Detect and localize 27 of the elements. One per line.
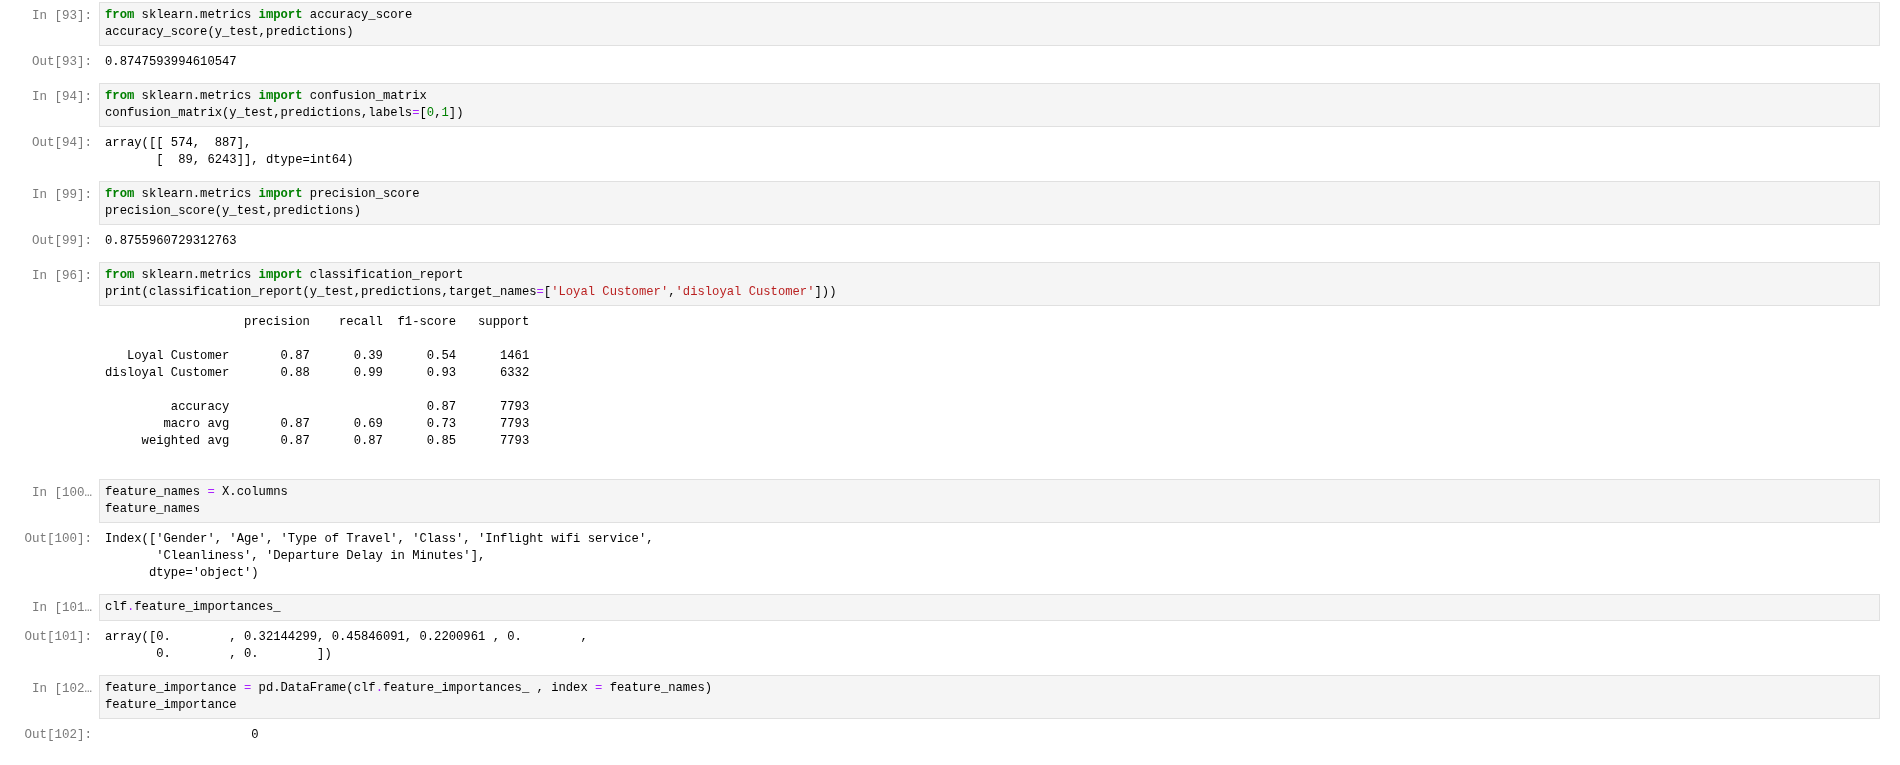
input-prompt: In [100…	[31, 485, 93, 502]
input-prompt: In [96]:	[31, 268, 93, 285]
code-input-field[interactable]: from sklearn.metrics import classification_report print(classification_report(y_test,predictions,target_names=['Loyal Customer','disloyal Customer']))	[99, 262, 1880, 306]
input-prompt: In [102…	[31, 681, 93, 698]
code-input-field[interactable]: from sklearn.metrics import accuracy_score accuracy_score(y_test,predictions)	[99, 2, 1880, 46]
output-prompt: Out[102]:	[23, 727, 93, 744]
output-prompt: Out[100]:	[23, 531, 93, 548]
input-prompt: In [93]:	[31, 8, 93, 25]
code-input-field[interactable]: feature_names = X.columns feature_names	[99, 479, 1880, 523]
input-prompt: In [101…	[31, 600, 93, 617]
code-input-field[interactable]: from sklearn.metrics import precision_score precision_score(y_test,predictions)	[99, 181, 1880, 225]
code-input-field[interactable]: from sklearn.metrics import confusion_matrix confusion_matrix(y_test,predictions,labels=[0,1])	[99, 83, 1880, 127]
cell-output: Index(['Gender', 'Age', 'Type of Travel', 'Class', 'Inflight wifi service', 'Cleanliness', 'Departure Delay in Minutes'], dtype='object')	[105, 531, 654, 582]
output-prompt: Out[93]:	[31, 54, 93, 71]
output-prompt: Out[99]:	[31, 233, 93, 250]
code-input-field[interactable]: clf.feature_importances_	[99, 594, 1880, 621]
cell-output: 0.8747593994610547	[105, 54, 237, 71]
output-prompt: Out[94]:	[31, 135, 93, 152]
cell-output: precision recall f1-score support Loyal Customer 0.87 0.39 0.54 1461 disloyal Customer 0.88 0.99 0.93 6332 accuracy 0.87 7793 macro avg 0.87 0.69 0.73 7793 weighted avg 0.87 0.87 0.85 7793	[105, 314, 530, 450]
code-input-field[interactable]: feature_importance = pd.DataFrame(clf.feature_importances_ , index = feature_names) feature_importance	[99, 675, 1880, 719]
output-prompt: Out[101]:	[23, 629, 93, 646]
input-prompt: In [99]:	[31, 187, 93, 204]
input-prompt: In [94]:	[31, 89, 93, 106]
cell-output: 0.8755960729312763	[105, 233, 237, 250]
cell-output: 0	[250, 727, 259, 744]
cell-output: array([0. , 0.32144299, 0.45846091, 0.2200961 , 0. , 0. , 0. ])	[105, 629, 588, 663]
cell-output: array([[ 574, 887], [ 89, 6243]], dtype=int64)	[105, 135, 354, 169]
